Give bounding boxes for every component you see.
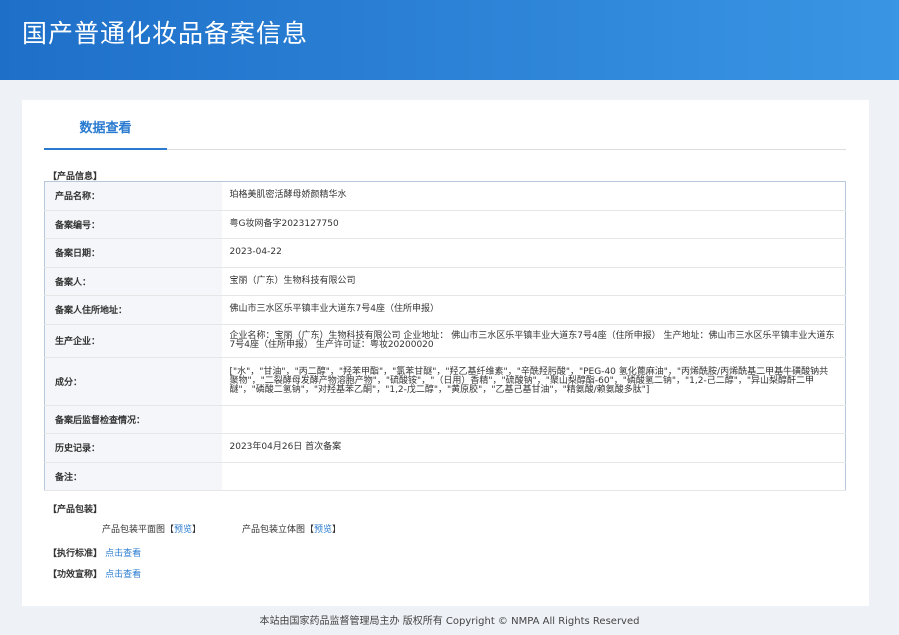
standard-view-link[interactable]: 点击查看 [105,549,141,559]
row-value: 宝丽（广东）生物科技有限公司 [221,267,846,296]
page-title: 国产普通化妆品备案信息 [22,19,309,48]
efficacy-view-link[interactable]: 点击查看 [105,570,141,580]
section-efficacy: 【功效宣称】 点击查看 [48,570,142,580]
table-row: 备案日期： 2023-04-22 [44,238,846,268]
footer: 本站由国家药品监督管理局主办 版权所有 Copyright © NMPA All… [259,616,640,627]
row-value: ["水"，"甘油"，"丙二醇"，"羟苯甲酯"，"氯苯甘醚"，"羟乙基纤维素"，"… [221,357,846,406]
table-row: 历史记录： 2023年04月26日 首次备案 [44,433,846,463]
package-solid: 产品包装立体图【预览】 [242,525,342,535]
row-label: 生产企业： [44,324,222,358]
row-label: 备注： [44,462,222,491]
content-card: 数据查看 【产品信息】 产品名称： 珀格美肌密活酵母娇颜精华水 备案编号： 粤G妆网备… [22,100,869,606]
table-row: 备案编号： 粤G妆网备字2023127750 [44,210,846,239]
row-label: 历史记录： [44,433,222,463]
section-standard: 【执行标准】 点击查看 [48,549,142,559]
table-row: 生产企业： 企业名称：宝丽（广东）生物科技有限公司 企业地址： 佛山市三水区乐平镇… [44,324,846,358]
preview-solid-link[interactable]: 预览 [314,525,332,535]
preview-flat-link[interactable]: 预览 [174,525,192,535]
row-label: 备案后监督检查情况： [44,405,222,434]
tab-data-view[interactable]: 数据查看 [44,114,167,150]
table-row: 备案后监督检查情况： [44,405,846,434]
row-value: 2023-04-22 [221,238,846,268]
table-row: 产品名称： 珀格美肌密活酵母娇颜精华水 [44,181,846,211]
row-label: 备案人： [44,267,222,296]
row-value [221,405,846,434]
row-label: 备案日期： [44,238,222,268]
row-value: 珀格美肌密活酵母娇颜精华水 [221,181,846,211]
row-label: 成分： [44,357,222,406]
table-row: 备案人住所地址： 佛山市三水区乐平镇丰业大道东7号4座（住所申报） [44,295,846,325]
table-row: 备注： [44,462,846,491]
page-header: 国产普通化妆品备案信息 [0,0,899,80]
row-value: 佛山市三水区乐平镇丰业大道东7号4座（住所申报） [221,295,846,325]
row-value: 2023年04月26日 首次备案 [221,433,846,463]
row-label: 产品名称： [44,181,222,211]
package-flat: 产品包装平面图【预览】 [102,525,202,535]
row-label: 备案人住所地址： [44,295,222,325]
product-info-table: 产品名称： 珀格美肌密活酵母娇颜精华水 备案编号： 粤G妆网备字2023127750 备… [44,181,846,491]
row-value [221,462,846,491]
tab-bar: 数据查看 [44,114,846,150]
table-row: 成分： ["水"，"甘油"，"丙二醇"，"羟苯甲酯"，"氯苯甘醚"，"羟乙基纤维素… [44,357,846,406]
table-row: 备案人： 宝丽（广东）生物科技有限公司 [44,267,846,296]
row-label: 备案编号： [44,210,222,239]
section-packaging: 【产品包装】 [48,505,103,515]
row-value: 企业名称：宝丽（广东）生物科技有限公司 企业地址： 佛山市三水区乐平镇丰业大道东… [221,324,846,358]
row-value: 粤G妆网备字2023127750 [221,210,846,239]
